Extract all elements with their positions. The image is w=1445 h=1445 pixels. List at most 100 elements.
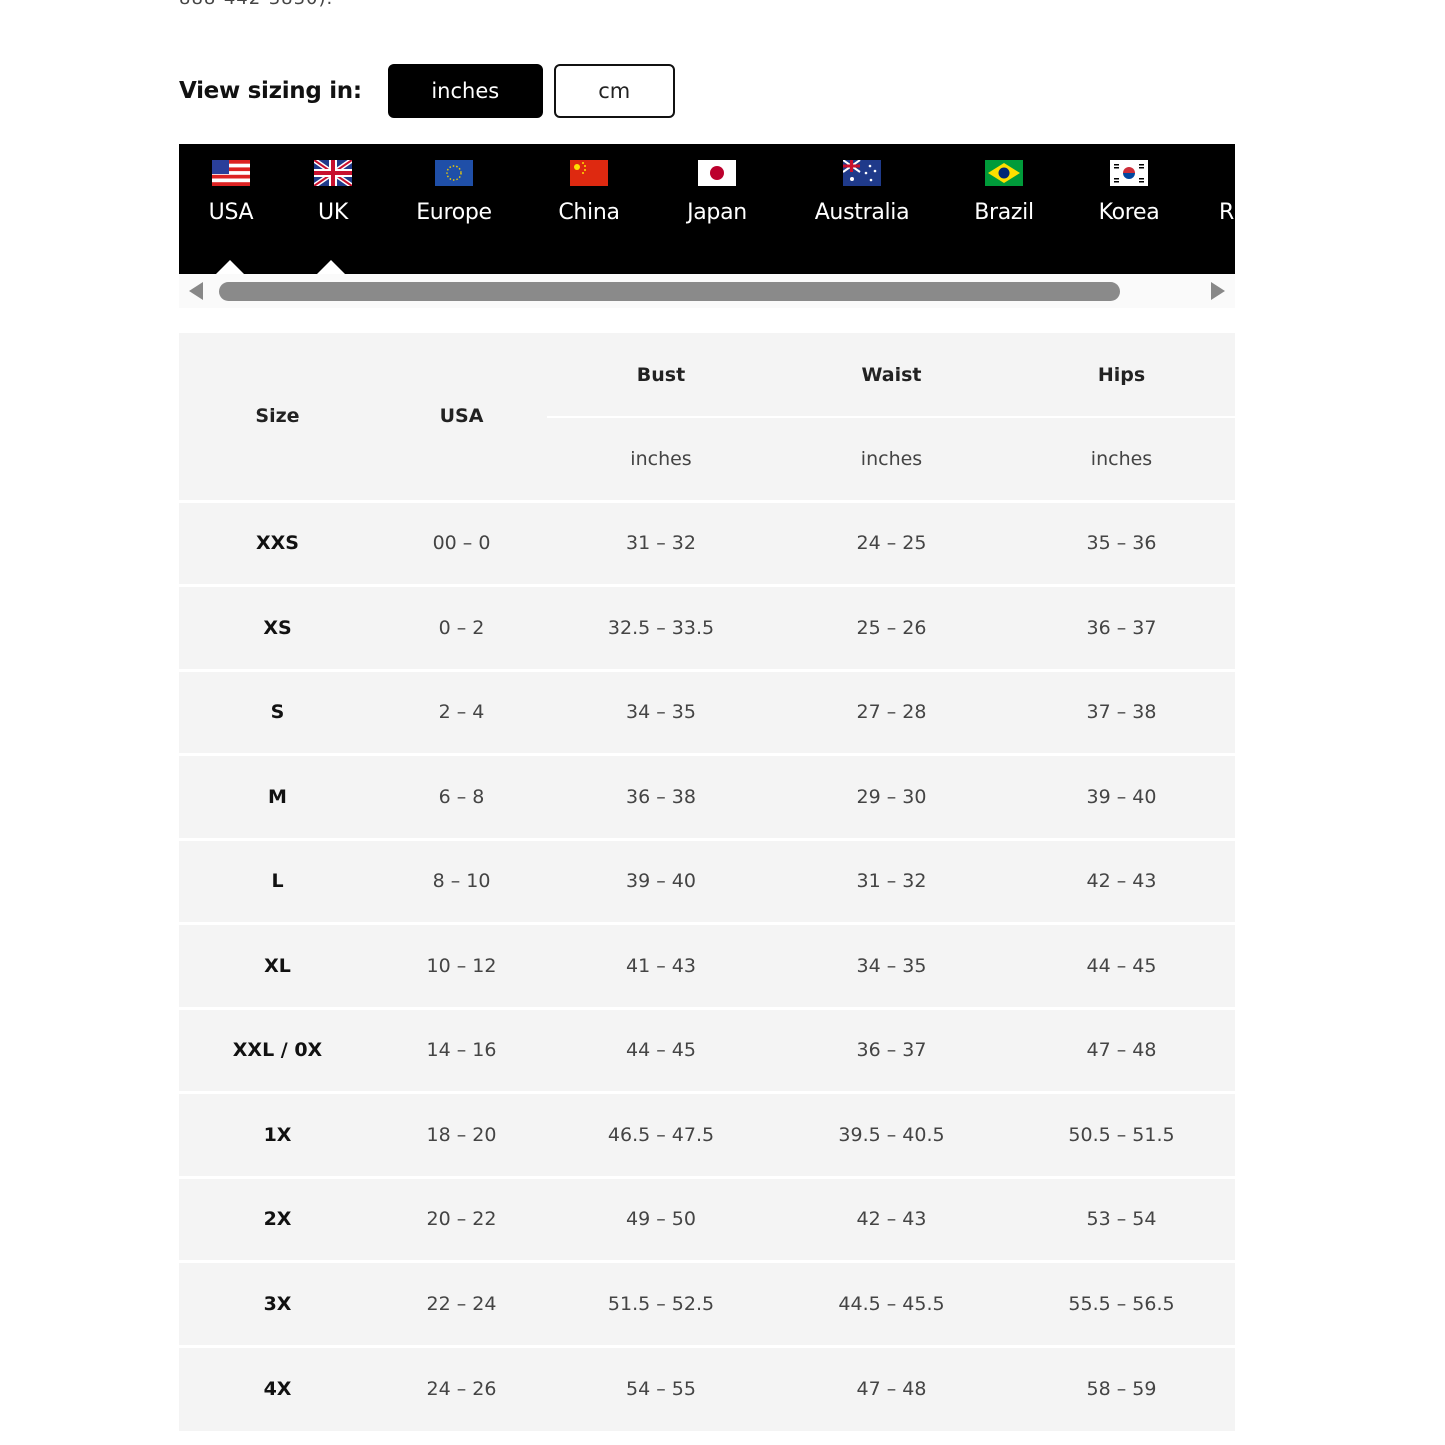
bust-header: Bust [636,363,686,386]
tab-country-europe[interactable]: Europe [405,144,503,274]
uk-flag-icon [314,160,352,186]
unit-toggle-label: View sizing in: [179,78,362,104]
table-row: XL 10 – 12 41 – 43 34 – 35 44 – 45 [179,922,1235,1008]
tab-country-china[interactable]: China [547,144,631,274]
size-cell: 4X [179,1344,376,1431]
country-label: Australia [814,200,910,225]
waist-cell: 27 – 28 [775,668,1008,755]
country-label: Korea [1098,200,1160,225]
waist-cell: 47 – 48 [775,1344,1008,1431]
korea-flag-icon [1110,160,1148,186]
waist-cell: 31 – 32 [775,837,1008,924]
size-rows: XXS 00 – 0 31 – 32 24 – 25 35 – 36 XS 0 – 2 32.… [179,499,1235,1431]
region-size-cell: 24 – 26 [376,1344,547,1431]
table-row: XXS 00 – 0 31 – 32 24 – 25 35 – 36 [179,499,1235,586]
scroll-right-arrow-icon[interactable] [1211,282,1225,300]
bust-cell: 39 – 40 [547,837,775,924]
china-flag-icon [570,160,608,186]
region-size-cell: 10 – 12 [376,922,547,1008]
table-row: XS 0 – 2 32.5 – 33.5 25 – 26 36 – 37 [179,584,1235,670]
region-size-cell: 2 – 4 [376,668,547,755]
region-size-cell: 0 – 2 [376,584,547,670]
hips-cell: 37 – 38 [1008,668,1235,755]
cm-button[interactable]: cm [553,64,675,118]
table-row: 1X 18 – 20 46.5 – 47.5 39.5 – 40.5 50.5 – 51… [179,1091,1235,1177]
bust-cell: 32.5 – 33.5 [547,584,775,670]
size-cell: XXS [179,499,376,586]
size-cell: 3X [179,1260,376,1346]
size-cell: XS [179,584,376,670]
country-label: UK [318,200,348,225]
waist-cell: 44.5 – 45.5 [775,1260,1008,1346]
size-cell: 1X [179,1091,376,1177]
size-cell: M [179,753,376,839]
size-header: Size [255,405,300,428]
selected-tab-indicator [216,260,244,274]
country-label: Europe [416,200,492,225]
region-size-cell: 22 – 24 [376,1260,547,1346]
waist-unit: inches [775,416,1008,501]
tab-country-partial[interactable]: R [1219,144,1235,274]
country-label: R [1219,200,1234,225]
tab-country-australia[interactable]: Australia [805,144,919,274]
bust-cell: 41 – 43 [547,922,775,1008]
table-row: 3X 22 – 24 51.5 – 52.5 44.5 – 45.5 55.5 – 56… [179,1260,1235,1346]
country-label: Japan [687,200,747,225]
hips-cell: 58 – 59 [1008,1344,1235,1431]
region-size-cell: 8 – 10 [376,837,547,924]
bust-cell: 34 – 35 [547,668,775,755]
waist-cell: 24 – 25 [775,499,1008,586]
usa-flag-icon [212,160,250,186]
brazil-flag-icon [985,160,1023,186]
tabs-scrollbar[interactable] [179,274,1235,308]
tab-country-japan[interactable]: Japan [675,144,759,274]
tab-country-brazil[interactable]: Brazil [965,144,1043,274]
hips-cell: 50.5 – 51.5 [1008,1091,1235,1177]
bust-unit: inches [547,416,775,501]
unit-toggle: View sizing in: inches cm [179,62,675,120]
inches-button[interactable]: inches [387,64,543,118]
bust-cell: 31 – 32 [547,499,775,586]
region-size-cell: 14 – 16 [376,1006,547,1093]
scroll-left-arrow-icon[interactable] [189,282,203,300]
size-cell: 2X [179,1175,376,1262]
tab-country-uk[interactable]: UK [305,144,361,274]
hips-unit: inches [1008,416,1235,501]
region-size-cell: 00 – 0 [376,499,547,586]
size-cell: XL [179,922,376,1008]
country-label: China [558,200,620,225]
waist-header: Waist [861,363,922,386]
tab-country-usa[interactable]: USA [201,144,261,274]
table-row: M6 – 8 36 – 38 29 – 30 39 – 40 [179,753,1235,839]
size-cell: S [179,668,376,755]
table-row: L8 – 10 39 – 40 31 – 32 42 – 43 [179,837,1235,924]
country-tabs: USA UK Europe China Japan Australia Braz… [179,144,1235,274]
hips-cell: 36 – 37 [1008,584,1235,670]
eu-flag-icon [435,160,473,186]
region-size-cell: 6 – 8 [376,753,547,839]
hips-cell: 55.5 – 56.5 [1008,1260,1235,1346]
waist-cell: 34 – 35 [775,922,1008,1008]
hips-header: Hips [1097,363,1146,386]
bust-cell: 46.5 – 47.5 [547,1091,775,1177]
scrollbar-thumb[interactable] [219,282,1120,301]
table-row: XXL / 0X 14 – 16 44 – 45 36 – 37 47 – 48 [179,1006,1235,1093]
table-row: 2X 20 – 22 49 – 50 42 – 43 53 – 54 [179,1175,1235,1262]
hips-cell: 35 – 36 [1008,499,1235,586]
region-size-cell: 20 – 22 [376,1175,547,1262]
country-label: USA [208,200,254,225]
region-header: USA [439,405,484,428]
hips-cell: 47 – 48 [1008,1006,1235,1093]
japan-flag-icon [698,160,736,186]
table-row: S2 – 4 34 – 35 27 – 28 37 – 38 [179,668,1235,755]
size-chart-table: Size USA Bust Waist Hips inches inches i… [179,333,1235,1431]
waist-cell: 39.5 – 40.5 [775,1091,1008,1177]
contact-phone-note: 888-442-3830). [179,0,333,9]
hips-cell: 44 – 45 [1008,922,1235,1008]
size-cell: L [179,837,376,924]
hips-cell: 42 – 43 [1008,837,1235,924]
hips-cell: 39 – 40 [1008,753,1235,839]
bust-cell: 49 – 50 [547,1175,775,1262]
tab-country-korea[interactable]: Korea [1089,144,1169,274]
australia-flag-icon [843,160,881,186]
